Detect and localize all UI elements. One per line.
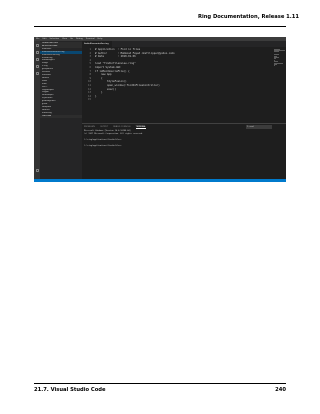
explorer-sidebar: OPEN EDITORS APPLICATIONS findinfiles findi… — [40, 41, 82, 179]
menu-debug[interactable]: Debug — [76, 38, 83, 40]
panel-tab-problems[interactable]: PROBLEMS — [84, 126, 95, 129]
menu-selection[interactable]: Selection — [50, 38, 60, 40]
source-control-icon[interactable] — [35, 58, 39, 61]
menu-go[interactable]: Go — [70, 38, 73, 40]
minimap[interactable] — [273, 47, 286, 105]
menu-file[interactable]: File — [36, 38, 39, 40]
status-bar — [34, 179, 286, 182]
terminal-line: (c) 2017 Microsoft Corporation. All righ… — [84, 133, 144, 135]
doc-footer-rule — [34, 383, 286, 384]
vscode-window: File Edit Selection View Go Debug Terminal Help… — [34, 37, 286, 182]
terminal-output[interactable]: Microsoft Windows [Version 10.0.16299.64… — [84, 130, 143, 148]
panel-tab-output[interactable]: OUTPUT — [100, 126, 108, 129]
code-text: # Date : 2018.01.06 — [95, 55, 136, 59]
doc-header-rule — [34, 26, 286, 27]
minimap-line — [274, 65, 275, 66]
editor-area: findinfilescontroller.ring 1 # Applicatio… — [82, 41, 286, 179]
menu-edit[interactable]: Edit — [42, 38, 46, 40]
line-number: 15 — [87, 98, 91, 102]
page-number: 240 — [275, 387, 286, 393]
doc-footer: 21.7. Visual Studio Code 240 — [34, 387, 286, 393]
debug-icon[interactable] — [35, 65, 39, 68]
menu-terminal[interactable]: Terminal — [86, 38, 95, 40]
editor-tab-bar: findinfilescontroller.ring — [82, 41, 286, 47]
terminal-line: C:\ring\applications\findinfiles> — [84, 145, 122, 147]
panel-tab-debug-console[interactable]: DEBUG CONSOLE — [113, 126, 131, 129]
settings-icon[interactable] — [35, 169, 39, 172]
explorer-icon[interactable] — [35, 44, 39, 47]
editor-tab[interactable]: findinfilescontroller.ring — [82, 41, 112, 47]
terminal-select[interactable]: 1: cmd — [246, 125, 272, 129]
panel-tab-terminal[interactable]: TERMINAL — [135, 126, 146, 129]
extensions-icon[interactable] — [35, 72, 39, 75]
sidebar-section-header[interactable]: OUTLINE — [40, 114, 82, 118]
bottom-panel: PROBLEMS OUTPUT DEBUG CONSOLE TERMINAL 1: c… — [82, 123, 286, 179]
menu-view[interactable]: View — [62, 38, 67, 40]
code-text: } — [95, 94, 97, 98]
minimap-line — [274, 51, 279, 52]
code-view[interactable]: 1 # Application : Find in files 2 # Author … — [82, 48, 262, 102]
search-icon[interactable] — [35, 51, 39, 54]
footer-section: 21.7. Visual Studio Code — [34, 387, 106, 393]
menu-help[interactable]: Help — [98, 38, 103, 40]
code-line: 15 — [82, 98, 262, 102]
doc-header: Ring Documentation, Release 1.11 — [197, 14, 299, 20]
